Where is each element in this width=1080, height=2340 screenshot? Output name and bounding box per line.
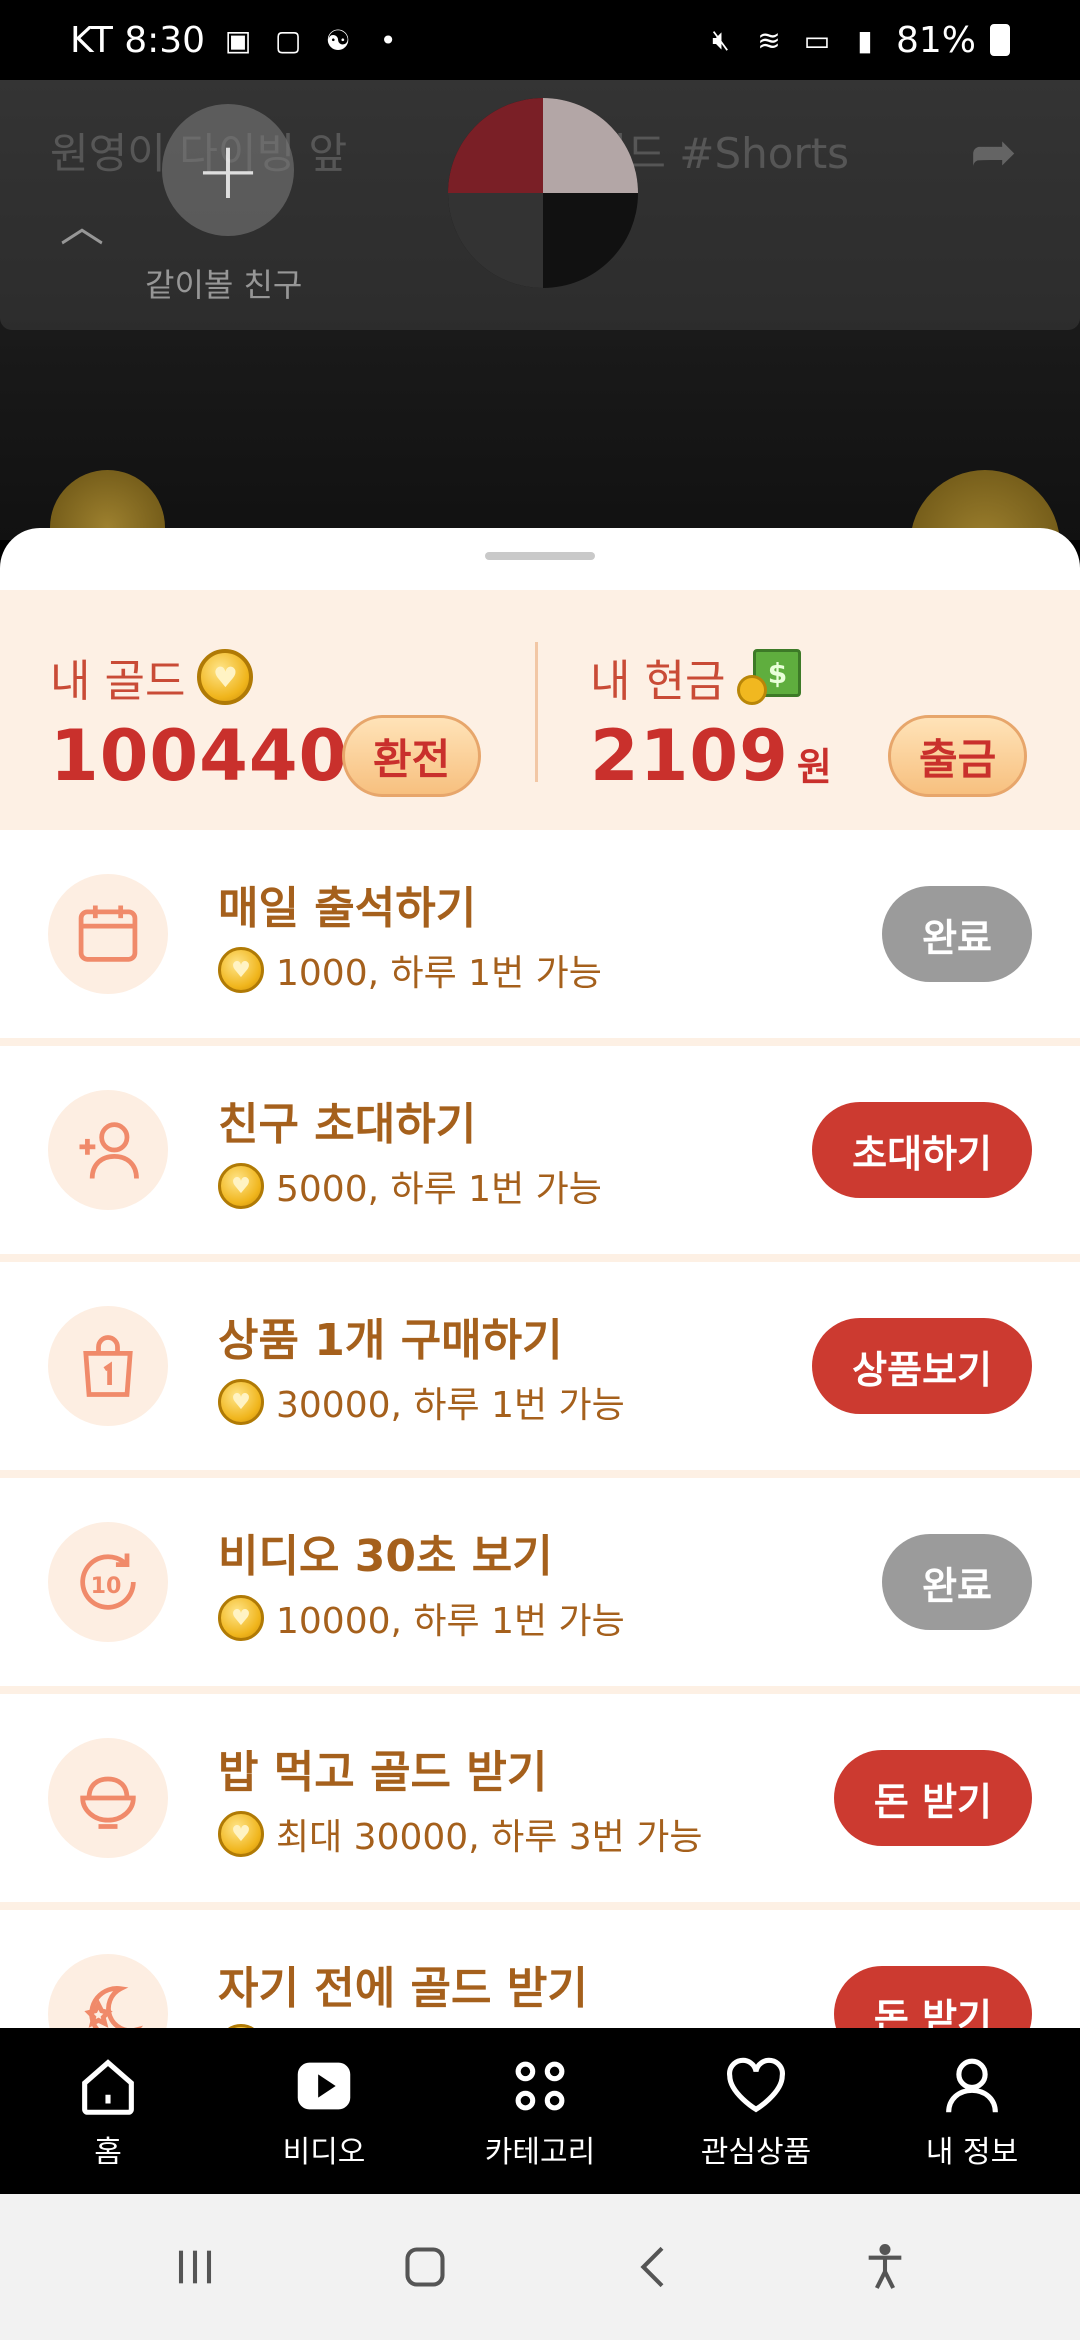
nav-my-info-label: 내 정보 [925,2135,1019,2170]
gold-coin-icon [218,1379,264,1425]
view-products-button[interactable]: 상품보기 [812,1318,1032,1414]
exchange-button[interactable]: 환전 [342,715,482,797]
signal-icon: ▮ [857,23,873,57]
task-title: 밥 먹고 골드 받기 [218,1747,548,1798]
nav-home[interactable]: 홈 [0,2028,216,2194]
withdraw-button[interactable]: 출금 [888,715,1028,797]
add-friend-label: 같이볼 친구 [145,266,303,304]
channel-avatar[interactable] [448,98,638,288]
hd-icon: ▭ [803,23,831,57]
video-background: 원영이 다이빙 앞 하인드 #Shorts ➦ ︿ + 같이볼 친구 [0,80,1080,540]
task-title: 비디오 30초 보기 [218,1531,553,1582]
task-reward: 10000, 하루 1번 가능 [218,1592,625,1644]
task-reward: 30000, 하루 1번 가능 [218,1376,625,1428]
gold-coin-icon [197,649,254,705]
nav-video-label: 비디오 [282,2135,366,2170]
task-daily-checkin: 매일 출석하기 1000, 하루 1번 가능 완료 [0,830,1080,1046]
task-meal-gold: 밥 먹고 골드 받기 최대 30000, 하루 3번 가능 돈 받기 [0,1694,1080,1910]
wifi-icon: ≋ [757,23,781,57]
gold-coin-icon [218,1163,264,1209]
heart-icon [721,2051,791,2121]
nav-my-info[interactable]: 내 정보 [864,2028,1080,2194]
add-user-icon [48,1090,168,1210]
sheet-handle[interactable] [485,552,595,560]
gold-value: 100440 [50,715,349,797]
gold-label: 내 골드 [50,656,186,707]
get-money-button[interactable]: 돈 받기 [833,1750,1032,1846]
get-money-button[interactable]: 돈 받기 [833,1966,1032,2028]
task-reward: 5000, 하루 1번 가능 [218,1160,602,1212]
shopping-bag-icon [48,1306,168,1426]
add-friend-button[interactable]: + [162,104,294,236]
system-nav-bar [0,2194,1080,2340]
moon-star-icon [48,1954,168,2028]
battery-icon [990,24,1010,56]
task-list: 매일 출석하기 1000, 하루 1번 가능 완료 친구 초대하기 5000, … [0,830,1080,2028]
task-title: 친구 초대하기 [218,1099,477,1150]
gold-label-row: 내 골드 [50,645,254,709]
cash-label-row: 내 현금 [590,645,802,709]
carrier-time: KT 8:30 [70,19,206,61]
task-reward-text: 30000, 하루 1번 가능 [276,1385,625,1426]
reward-bottom-sheet: 내 골드 100440 환전 내 현금 2109원 출금 매일 출석하기 100… [0,528,1080,2028]
gallery-icon: ▣ [224,23,252,57]
user-icon [937,2051,1007,2121]
home-button-icon[interactable] [390,2232,460,2302]
cash-icon [737,649,802,705]
gold-coin-icon [218,1811,264,1857]
task-complete-button[interactable]: 완료 [882,886,1032,982]
yin-yang-icon: ☯ [325,23,351,57]
mute-icon: 🔇︎ [712,23,730,56]
nav-home-label: 홈 [94,2135,122,2170]
task-purchase-product: 상품 1개 구매하기 30000, 하루 1번 가능 상품보기 [0,1262,1080,1478]
task-reward-text: 1000, 하루 1번 가능 [276,953,602,994]
task-title: 상품 1개 구매하기 [218,1315,563,1366]
wallet-divider [535,642,538,782]
gold-coin-icon [218,1595,264,1641]
grid-dots-icon [505,2051,575,2121]
task-title: 자기 전에 골드 받기 [218,1963,588,2014]
nav-favorites-label: 관심상품 [700,2135,812,2170]
task-reward-text: 최대 30000, 하루 3번 가능 [276,1817,703,1858]
home-icon [73,2051,143,2121]
play-icon [289,2051,359,2121]
nav-category[interactable]: 카테고리 [432,2028,648,2194]
kt-icon: ▢ [274,23,302,57]
nav-category-label: 카테고리 [484,2135,596,2170]
nav-video[interactable]: 비디오 [216,2028,432,2194]
task-bedtime-gold: 자기 전에 골드 받기 돈 받기 [0,1910,1080,2028]
dot-icon: • [379,23,397,57]
gold-coin-icon [218,947,264,993]
bottom-nav: 홈 비디오 카테고리 관심상품 내 정보 [0,2028,1080,2194]
chevron-up-icon[interactable]: ︿ [60,190,104,254]
share-icon[interactable]: ➦ [970,120,1040,185]
cash-value: 2109 [590,715,789,797]
task-reward-text: 10000, 하루 1번 가능 [276,1601,625,1642]
battery-percent: 81% [895,19,976,61]
task-complete-button[interactable]: 완료 [882,1534,1032,1630]
cash-label: 내 현금 [590,656,726,707]
svg-text:10: 10 [91,1573,122,1599]
nav-favorites[interactable]: 관심상품 [648,2028,864,2194]
timer-10-icon: 10 [48,1522,168,1642]
task-title: 매일 출석하기 [218,883,477,934]
recent-apps-icon[interactable] [160,2232,230,2302]
task-reward: 최대 30000, 하루 3번 가능 [218,1808,702,1860]
cash-value-row: 2109 원 [590,715,833,797]
invite-button[interactable]: 초대하기 [812,1102,1032,1198]
wallet-summary: 내 골드 100440 환전 내 현금 2109원 출금 [0,590,1080,830]
cash-unit: 원 [796,745,833,789]
calendar-icon [48,874,168,994]
status-bar: KT 8:30 ▣ ▢ ☯ • 🔇︎ ≋ ▭ ▮ 81% [0,0,1080,80]
accessibility-icon[interactable] [850,2232,920,2302]
task-watch-video: 10 비디오 30초 보기 10000, 하루 1번 가능 완료 [0,1478,1080,1694]
rice-bowl-icon [48,1738,168,1858]
task-invite-friend: 친구 초대하기 5000, 하루 1번 가능 초대하기 [0,1046,1080,1262]
task-reward-text: 5000, 하루 1번 가능 [276,1169,602,1210]
task-reward: 1000, 하루 1번 가능 [218,944,602,996]
back-icon[interactable] [620,2232,690,2302]
